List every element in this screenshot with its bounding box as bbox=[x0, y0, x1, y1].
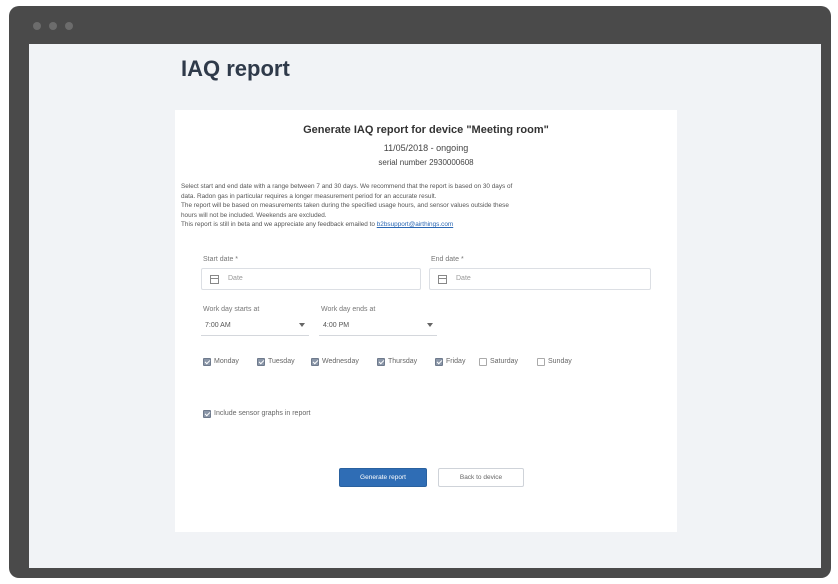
checkbox-unchecked-icon[interactable] bbox=[479, 358, 487, 366]
page-content: IAQ report Generate IAQ report for devic… bbox=[29, 44, 821, 568]
chevron-down-icon bbox=[299, 323, 305, 327]
day-label: Wednesday bbox=[322, 358, 359, 365]
work-start-label: Work day starts at bbox=[203, 306, 260, 313]
maximize-dot-icon[interactable] bbox=[65, 22, 73, 30]
description-line: The report will be based on measurements… bbox=[181, 202, 509, 210]
description-line: Select start and end date with a range b… bbox=[181, 183, 513, 190]
checkbox-checked-icon[interactable] bbox=[257, 358, 265, 366]
work-end-value: 4:00 PM bbox=[323, 322, 350, 329]
page-title: IAQ report bbox=[181, 56, 290, 81]
day-label: Saturday bbox=[490, 358, 519, 365]
checkbox-checked-icon[interactable] bbox=[311, 358, 319, 366]
day-label: Thursday bbox=[388, 358, 418, 365]
report-heading: Generate IAQ report for device "Meeting … bbox=[303, 124, 549, 136]
work-end-select[interactable]: 4:00 PM bbox=[319, 316, 437, 336]
work-end-label: Work day ends at bbox=[321, 306, 376, 313]
work-start-value: 7:00 AM bbox=[205, 322, 231, 329]
description-line: hours will not be included. Weekends are… bbox=[181, 211, 327, 219]
checkbox-checked-icon[interactable] bbox=[435, 358, 443, 366]
day-label: Sunday bbox=[548, 358, 572, 365]
generate-report-button[interactable]: Generate report bbox=[339, 468, 427, 487]
window-titlebar bbox=[9, 6, 831, 44]
checkbox-unchecked-icon[interactable] bbox=[537, 358, 545, 366]
start-date-placeholder: Date bbox=[228, 275, 243, 282]
calendar-icon bbox=[210, 275, 219, 284]
include-graphs-label: Include sensor graphs in report bbox=[214, 410, 311, 417]
beta-note-text: This report is still in beta and we appr… bbox=[181, 221, 377, 229]
report-card: Generate IAQ report for device "Meeting … bbox=[175, 110, 677, 532]
browser-window: IAQ report Generate IAQ report for devic… bbox=[9, 6, 831, 578]
start-date-field[interactable]: Date bbox=[201, 268, 421, 290]
day-label: Monday bbox=[214, 358, 239, 365]
end-date-field[interactable]: Date bbox=[429, 268, 651, 290]
back-to-device-button[interactable]: Back to device bbox=[438, 468, 524, 487]
beta-note: This report is still in beta and we appr… bbox=[181, 220, 667, 230]
minimize-dot-icon[interactable] bbox=[49, 22, 57, 30]
checkbox-checked-icon[interactable] bbox=[377, 358, 385, 366]
start-date-label: Start date * bbox=[203, 256, 239, 263]
calendar-icon bbox=[438, 275, 447, 284]
end-date-label: End date * bbox=[431, 256, 464, 263]
report-description: Select start and end date with a range b… bbox=[181, 182, 667, 230]
feedback-email-link[interactable]: b2bsupport@airthings.com bbox=[377, 221, 453, 228]
day-label: Tuesday bbox=[268, 358, 295, 365]
day-label: Friday bbox=[446, 358, 466, 365]
checkbox-checked-icon[interactable] bbox=[203, 410, 211, 418]
chevron-down-icon bbox=[427, 323, 433, 327]
date-range: 11/05/2018 - ongoing bbox=[383, 143, 469, 153]
serial-number: serial number 2930000608 bbox=[378, 158, 474, 167]
end-date-placeholder: Date bbox=[456, 275, 471, 282]
work-start-select[interactable]: 7:00 AM bbox=[201, 316, 309, 336]
description-line: data. Radon gas in particular requires a… bbox=[181, 192, 437, 200]
checkbox-checked-icon[interactable] bbox=[203, 358, 211, 366]
close-dot-icon[interactable] bbox=[33, 22, 41, 30]
